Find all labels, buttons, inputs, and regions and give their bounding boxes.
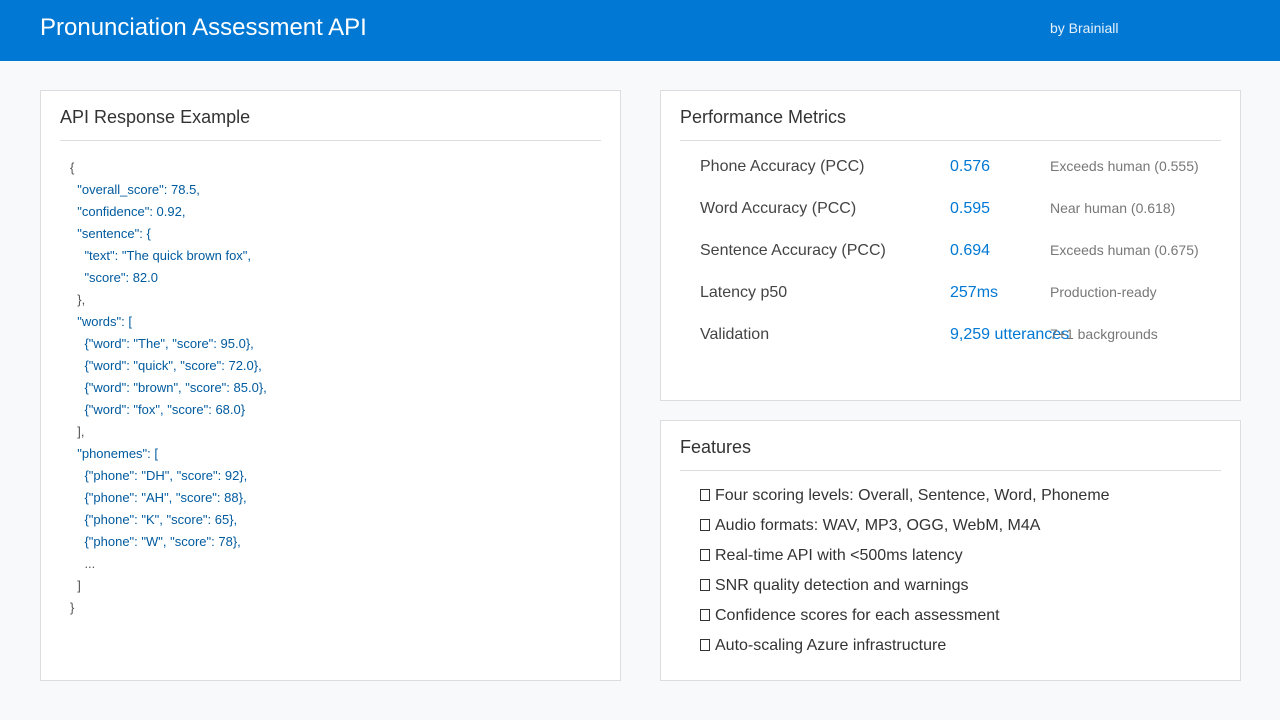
metric-note: 7+1 backgrounds [1050,326,1158,342]
metric-label: Sentence Accuracy (PCC) [700,242,886,259]
divider [680,470,1221,471]
json-line: {"phone": "AH", "score": 88}, [70,490,247,505]
feature-item: Confidence scores for each assessment [700,607,1000,637]
json-line: {"word": "fox", "score": 68.0} [70,402,246,417]
metric-row-sentence-accuracy: Sentence Accuracy (PCC) 0.694 Exceeds hu… [661,236,1240,278]
feature-text: Real-time API with <500ms latency [715,547,963,564]
json-line: ... [70,556,96,571]
json-line: "confidence": 0.92, [70,204,186,219]
json-line: "phonemes": [ [70,446,158,461]
feature-item: Real-time API with <500ms latency [700,547,963,577]
json-line: }, [70,292,86,307]
json-line: { [70,160,75,175]
metric-row-phone-accuracy: Phone Accuracy (PCC) 0.576 Exceeds human… [661,152,1240,194]
checkbox-icon [700,609,710,621]
feature-text: SNR quality detection and warnings [715,577,969,594]
header-byline: by Brainiall [1050,20,1119,36]
json-line: "words": [ [70,314,132,329]
feature-item: Auto-scaling Azure infrastructure [700,637,946,667]
metric-label: Latency p50 [700,284,788,301]
json-line: "overall_score": 78.5, [70,182,200,197]
page-title: Pronunciation Assessment API [40,14,367,41]
json-line: "sentence": { [70,226,151,241]
features-card: Features Four scoring levels: Overall, S… [660,420,1241,681]
metric-note: Exceeds human (0.555) [1050,158,1199,174]
metric-value: 0.694 [950,242,991,259]
json-line: ] [70,578,81,593]
feature-item: Four scoring levels: Overall, Sentence, … [700,487,1110,517]
divider [680,140,1221,141]
json-line: "score": 82.0 [70,270,158,285]
metric-row-validation: Validation 9,259 utterances 7+1 backgrou… [661,320,1240,362]
performance-metrics-title: Performance Metrics [680,107,847,127]
feature-text: Auto-scaling Azure infrastructure [715,637,947,654]
performance-metrics-card: Performance Metrics Phone Accuracy (PCC)… [660,90,1241,401]
json-line: {"phone": "W", "score": 78}, [70,534,241,549]
metric-row-latency: Latency p50 257ms Production-ready [661,278,1240,320]
metric-row-word-accuracy: Word Accuracy (PCC) 0.595 Near human (0.… [661,194,1240,236]
metric-note: Production-ready [1050,284,1157,300]
divider [60,140,601,141]
metric-value: 0.595 [950,200,991,217]
metric-note: Near human (0.618) [1050,200,1176,216]
json-line: {"phone": "K", "score": 65}, [70,512,238,527]
checkbox-icon [700,579,710,591]
app-header: Pronunciation Assessment API by Brainial… [0,0,1280,61]
json-line: "text": "The quick brown fox", [70,248,252,263]
metric-value: 257ms [950,284,999,301]
checkbox-icon [700,489,710,501]
feature-text: Four scoring levels: Overall, Sentence, … [715,487,1110,504]
features-title: Features [680,437,752,457]
checkbox-icon [700,519,710,531]
metric-label: Validation [700,326,770,343]
checkbox-icon [700,639,710,651]
checkbox-icon [700,549,710,561]
metric-note: Exceeds human (0.675) [1050,242,1199,258]
api-response-title: API Response Example [60,107,251,127]
feature-text: Confidence scores for each assessment [715,607,1000,624]
json-code-block: { "overall_score": 78.5, "confidence": 0… [70,157,267,619]
metric-label: Phone Accuracy (PCC) [700,158,865,175]
json-line: } [70,600,75,615]
metric-label: Word Accuracy (PCC) [700,200,857,217]
feature-item: SNR quality detection and warnings [700,577,968,607]
json-line: {"phone": "DH", "score": 92}, [70,468,248,483]
feature-item: Audio formats: WAV, MP3, OGG, WebM, M4A [700,517,1040,547]
json-line: {"word": "The", "score": 95.0}, [70,336,254,351]
api-response-card: API Response Example { "overall_score": … [40,90,621,681]
feature-text: Audio formats: WAV, MP3, OGG, WebM, M4A [715,517,1041,534]
json-line: {"word": "brown", "score": 85.0}, [70,380,267,395]
metric-value: 0.576 [950,158,991,175]
json-line: {"word": "quick", "score": 72.0}, [70,358,262,373]
json-line: ], [70,424,85,439]
